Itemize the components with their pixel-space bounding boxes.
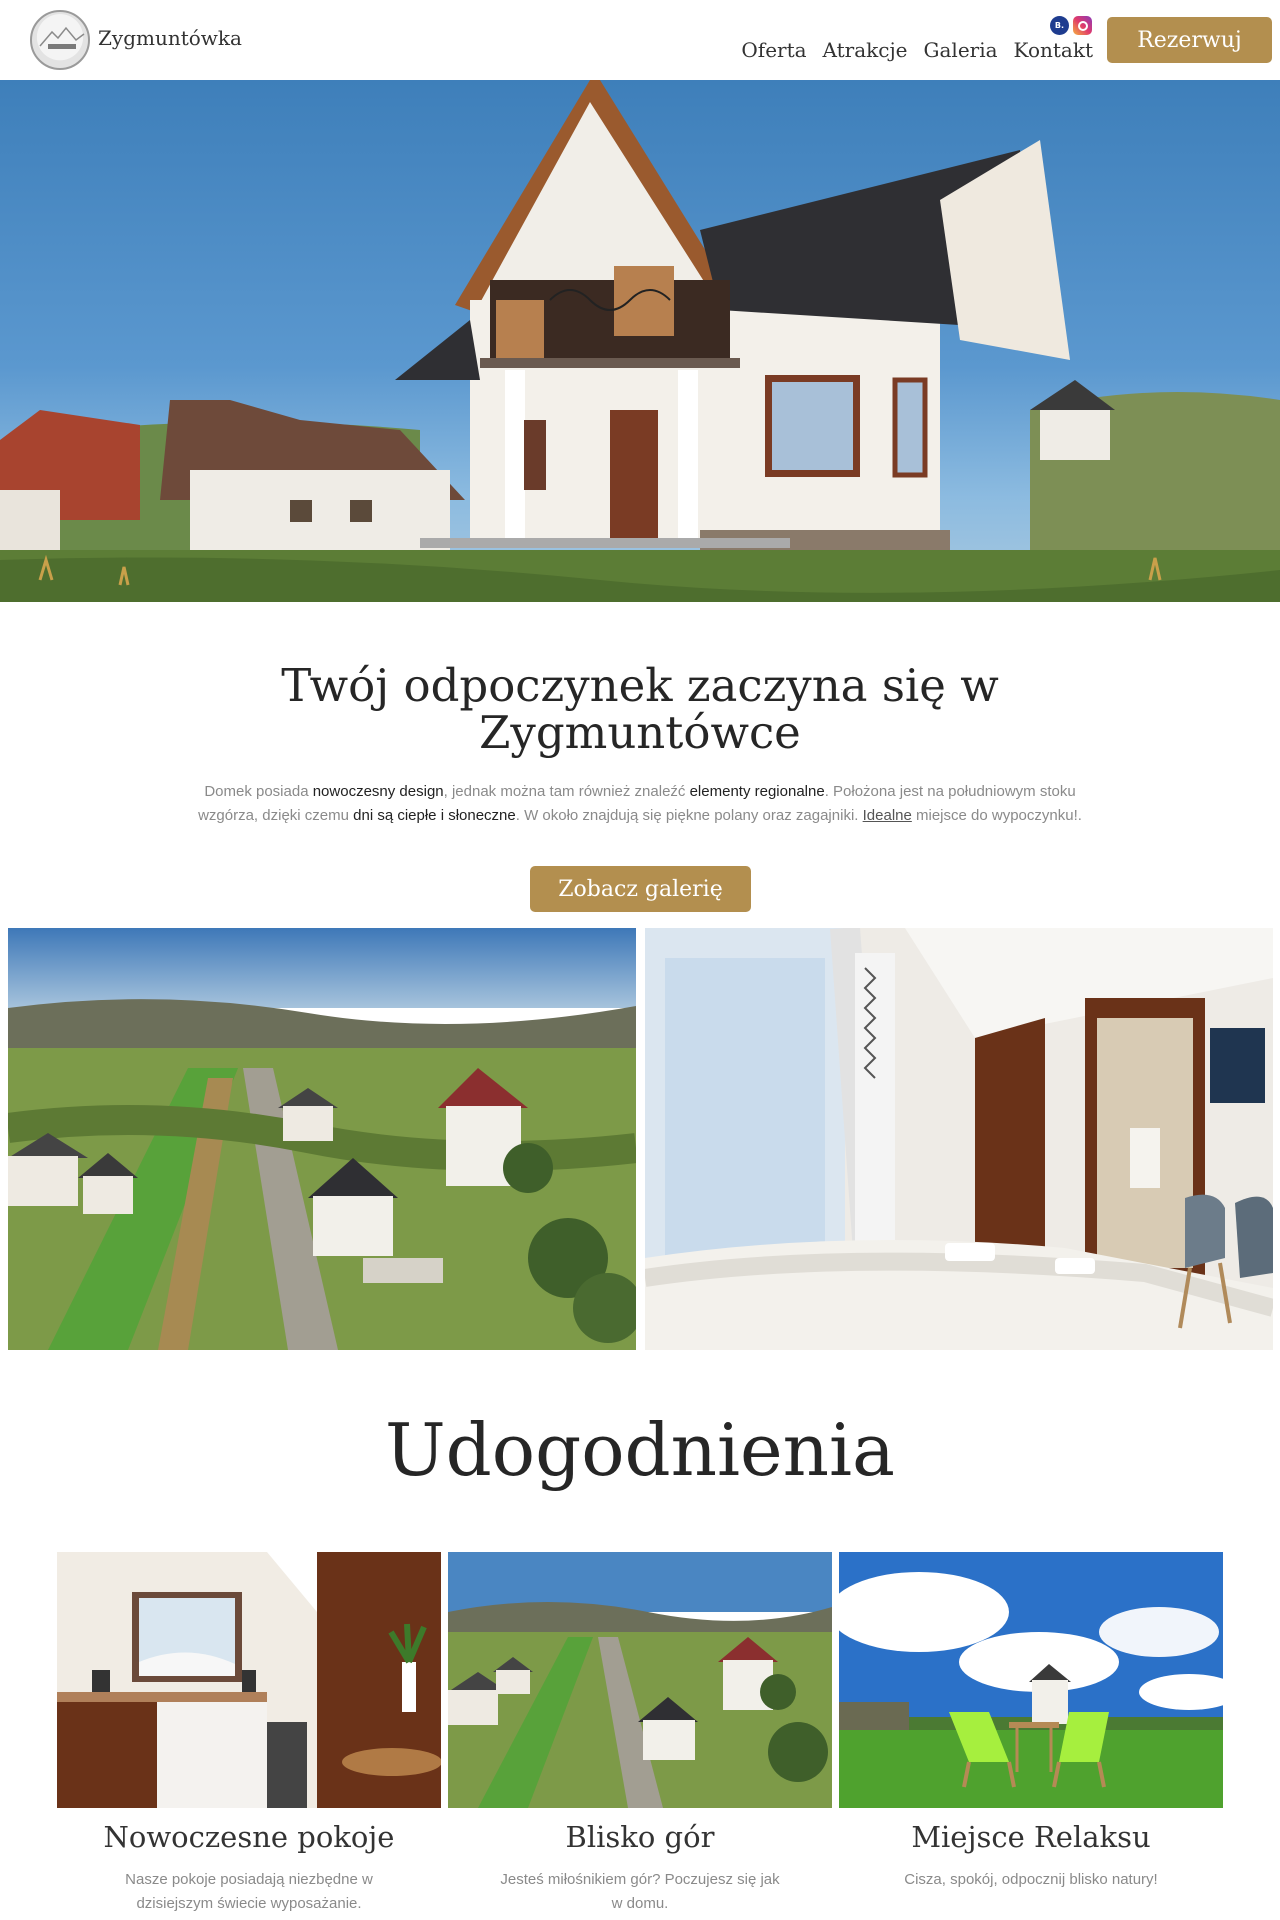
intro-text: Domek posiada nowoczesny design, jednak … <box>180 780 1100 828</box>
intro-text-part: , jednak można tam również znaleźć <box>443 783 690 800</box>
card-desc-relax: Cisza, spokój, odpocznij blisko natury! <box>904 1871 1158 1888</box>
card-desc-rooms: Nasze pokoje posiadają niezbędne w dzisi… <box>125 1871 373 1912</box>
booking-icon[interactable]: B. <box>1050 16 1069 35</box>
main-nav: Oferta Atrakcje Galeria Kontakt <box>741 38 1093 62</box>
card-title-rooms: Nowoczesne pokoje <box>103 1820 395 1854</box>
instagram-icon[interactable] <box>1073 16 1092 35</box>
bedroom-photo <box>645 928 1273 1350</box>
nav-kontakt[interactable]: Kontakt <box>1014 38 1093 62</box>
card-image-rooms <box>57 1552 441 1808</box>
card-image-mountains <box>448 1552 832 1808</box>
nav-atrakcje[interactable]: Atrakcje <box>823 38 908 62</box>
card-image-relax <box>839 1552 1223 1808</box>
intro-text-highlight: elementy regionalne <box>689 783 825 800</box>
card-title-relax: Miejsce Relaksu <box>911 1820 1151 1854</box>
logo-icon[interactable] <box>30 10 90 70</box>
intro-text-part: Domek posiada <box>204 783 313 800</box>
amenities-title: Udogodnienia <box>385 1408 895 1492</box>
intro-text-part: miejsce do wypoczynku!. <box>911 807 1082 824</box>
gallery-button[interactable]: Zobacz galerię <box>530 866 751 912</box>
aerial-photo <box>8 928 636 1350</box>
site-header: Zygmuntówka B. Oferta Atrakcje Galeria K… <box>0 0 1280 80</box>
intro-text-part: . W około znajdują się piękne polany ora… <box>515 807 863 824</box>
intro-text-highlight: nowoczesny design <box>312 783 444 800</box>
card-desc-mountains: Jesteś miłośnikiem gór? Poczujesz się ja… <box>500 1871 780 1912</box>
intro-title: Twój odpoczynek zaczyna się w Zygmuntówc… <box>281 659 999 759</box>
reserve-button[interactable]: Rezerwuj <box>1107 17 1272 63</box>
card-title-mountains: Blisko gór <box>565 1820 715 1854</box>
nav-galeria[interactable]: Galeria <box>924 38 998 62</box>
intro-text-link[interactable]: Idealne <box>863 807 912 824</box>
social-links: B. <box>1050 16 1092 35</box>
intro-text-highlight: dni są ciepłe i słoneczne <box>353 807 516 824</box>
brand-name[interactable]: Zygmuntówka <box>98 26 242 50</box>
nav-oferta[interactable]: Oferta <box>741 38 806 62</box>
hero-image <box>0 80 1280 602</box>
